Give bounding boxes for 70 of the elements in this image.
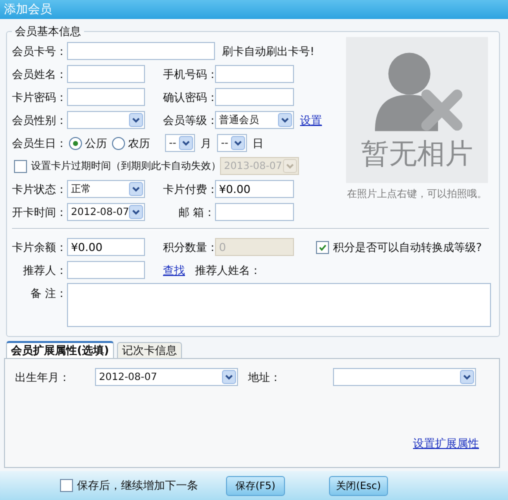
chevron-down-icon	[129, 205, 144, 219]
field-label: 卡片付费：	[163, 182, 215, 196]
link[interactable]: 设置	[300, 112, 322, 128]
remarks-field[interactable]	[67, 283, 491, 327]
radio-label: 农历	[128, 136, 150, 150]
chevron-down-icon	[179, 136, 193, 150]
radio-button[interactable]	[69, 136, 82, 150]
field-label: 会员姓名：	[12, 66, 67, 82]
field-label: 卡片状态：	[12, 182, 67, 196]
checkbox-label: 保存后，继续增加下一条	[77, 478, 198, 493]
dropdown[interactable]: 正常	[67, 180, 145, 198]
text-field[interactable]: ¥0.00	[67, 238, 145, 256]
text-field[interactable]	[67, 88, 145, 106]
checkbox-label: 设置卡片过期时间（到期则此卡自动失效）	[31, 160, 221, 173]
text-field[interactable]: ¥0.00	[215, 180, 294, 198]
chevron-down-icon	[129, 182, 143, 196]
chevron-down-icon	[283, 159, 297, 173]
field-label: 出生年月：	[14, 370, 71, 384]
field-label: 会员性别：	[12, 112, 67, 128]
text-field[interactable]	[215, 203, 294, 221]
radio-button[interactable]	[112, 136, 125, 150]
chevron-down-icon	[278, 113, 292, 127]
tab[interactable]: 会员扩展属性(选填)	[6, 341, 114, 358]
checkbox[interactable]	[316, 240, 329, 254]
radio-label: 公历	[85, 136, 107, 150]
unit-label: 月	[200, 136, 212, 150]
link[interactable]: 查找	[163, 262, 185, 278]
chevron-down-icon	[129, 113, 143, 127]
field-label: 积分数量：	[163, 240, 215, 254]
photo-hint: 在照片上点右键，可以拍照哦。	[347, 188, 487, 201]
button[interactable]: 保存(F5)	[226, 476, 285, 496]
field-label: 手机号码：	[163, 66, 215, 82]
section-title: 会员基本信息	[14, 24, 82, 39]
field-label: 备 注：	[30, 286, 67, 301]
no-photo-text: 暂无相片	[361, 136, 473, 172]
text-field[interactable]	[215, 65, 294, 83]
text-field[interactable]	[215, 88, 294, 106]
dropdown[interactable]: --	[217, 134, 247, 152]
link[interactable]: 设置扩展属性	[413, 436, 479, 451]
field-label: 推荐人：	[22, 262, 67, 278]
field-label: 会员生日：	[12, 136, 67, 150]
chevron-down-icon	[460, 370, 474, 384]
text-field[interactable]	[67, 261, 145, 279]
window-title: 添加会员	[0, 0, 508, 19]
tab[interactable]: 记次卡信息	[117, 342, 182, 358]
button[interactable]: 关闭(Esc)	[329, 476, 388, 496]
field-label: 邮 箱：	[178, 204, 215, 220]
field-label: 开卡时间：	[12, 204, 67, 220]
field-label: 卡片余额：	[12, 240, 67, 254]
field-label: 会员卡号：	[12, 44, 67, 58]
checkmark-icon	[318, 242, 327, 252]
field-label: 卡片密码：	[12, 90, 67, 104]
checkbox[interactable]	[60, 479, 73, 492]
dropdown[interactable]: 2012-08-07	[67, 203, 145, 221]
dropdown[interactable]: 2012-08-07	[95, 368, 238, 386]
dropdown[interactable]	[67, 111, 145, 129]
field-label: 推荐人姓名：	[195, 262, 261, 278]
checkbox-label: 积分是否可以自动转换成等级?	[333, 240, 482, 254]
field-label: 地址：	[247, 370, 282, 384]
hint-text: 刷卡自动刷出卡号!	[222, 44, 314, 58]
dropdown[interactable]: 普通会员	[215, 111, 294, 129]
text-field[interactable]	[67, 65, 145, 83]
dropdown[interactable]: --	[165, 134, 195, 152]
field-label: 确认密码：	[163, 90, 215, 104]
text-field[interactable]	[67, 42, 215, 60]
dropdown[interactable]	[333, 368, 476, 386]
unit-label: 日	[252, 136, 264, 150]
chevron-down-icon	[231, 136, 245, 150]
field-label: 会员等级：	[163, 112, 215, 128]
chevron-down-icon	[222, 370, 236, 384]
